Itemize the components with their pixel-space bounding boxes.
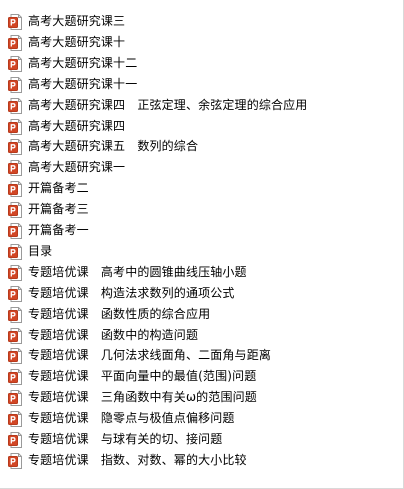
powerpoint-file-icon bbox=[8, 348, 22, 365]
file-item[interactable]: 高考大题研究课四 bbox=[0, 116, 380, 137]
file-item[interactable]: 专题培优课 函数性质的综合应用 bbox=[0, 304, 380, 325]
file-name: 专题培优课 高考中的圆锥曲线压轴小题 bbox=[28, 264, 247, 279]
powerpoint-file-icon bbox=[8, 14, 22, 30]
file-name: 高考大题研究课四 bbox=[28, 118, 126, 133]
powerpoint-file-icon bbox=[8, 306, 22, 323]
file-item[interactable]: 专题培优课 三角函数中有关ω的范围问题 bbox=[0, 387, 380, 408]
file-item[interactable]: 专题培优课 平面向量中的最值(范围)问题 bbox=[0, 366, 380, 387]
file-item[interactable]: 高考大题研究课十一 bbox=[0, 74, 380, 95]
file-item[interactable]: 专题培优课 与球有关的切、接问题 bbox=[0, 429, 380, 450]
file-name: 高考大题研究课十 bbox=[28, 34, 126, 49]
file-name: 高考大题研究课十二 bbox=[28, 55, 138, 70]
powerpoint-file-icon bbox=[8, 223, 22, 239]
file-name: 高考大题研究课四 正弦定理、余弦定理的综合应用 bbox=[28, 97, 308, 112]
file-name: 高考大题研究课五 数列的综合 bbox=[28, 139, 199, 154]
file-name: 开篇备考二 bbox=[28, 181, 89, 196]
file-list: 高考大题研究课三 高考大题研究课十 高考大题研究课十二 高考大题研究课十一 高考大题研究… bbox=[0, 0, 404, 489]
file-name: 专题培优课 与球有关的切、接问题 bbox=[28, 432, 223, 446]
file-item[interactable]: 专题培优课 隐零点与极值点偏移问题 bbox=[0, 408, 380, 429]
file-item[interactable]: 高考大题研究课十 bbox=[0, 32, 380, 53]
file-name: 专题培优课 平面向量中的最值(范围)问题 bbox=[28, 369, 257, 384]
file-name: 开篇备考一 bbox=[28, 223, 89, 237]
powerpoint-file-icon bbox=[8, 202, 22, 219]
powerpoint-file-icon bbox=[8, 243, 22, 260]
file-item[interactable]: 开篇备考三 bbox=[0, 199, 380, 220]
file-item[interactable]: 开篇备考二 bbox=[0, 178, 380, 199]
powerpoint-file-icon bbox=[8, 432, 22, 448]
powerpoint-file-icon bbox=[8, 97, 22, 114]
powerpoint-file-icon bbox=[8, 327, 22, 344]
file-item[interactable]: 高考大题研究课三 bbox=[0, 11, 380, 32]
file-item[interactable]: 专题培优课 指数、对数、幂的大小比较 bbox=[0, 450, 380, 471]
file-item[interactable]: 目录 bbox=[0, 241, 380, 262]
powerpoint-file-icon bbox=[8, 76, 22, 93]
file-item[interactable]: 专题培优课 几何法求线面角、二面角与距离 bbox=[0, 345, 380, 366]
file-name: 高考大题研究课一 bbox=[28, 160, 126, 175]
file-item[interactable]: 高考大题研究课一 bbox=[0, 157, 380, 178]
powerpoint-file-icon bbox=[8, 452, 22, 469]
file-item[interactable]: 高考大题研究课四 正弦定理、余弦定理的综合应用 bbox=[0, 95, 380, 116]
file-name: 专题培优课 指数、对数、幂的大小比较 bbox=[28, 452, 247, 467]
file-name: 专题培优课 三角函数中有关ω的范围问题 bbox=[28, 390, 257, 405]
file-item[interactable]: 高考大题研究课十二 bbox=[0, 53, 380, 74]
powerpoint-file-icon bbox=[8, 160, 22, 177]
file-name: 高考大题研究课三 bbox=[28, 14, 126, 28]
powerpoint-file-icon bbox=[8, 139, 22, 156]
file-name: 专题培优课 函数中的构造问题 bbox=[28, 327, 199, 342]
file-item[interactable]: 开篇备考一 bbox=[0, 220, 380, 241]
powerpoint-file-icon bbox=[8, 411, 22, 428]
file-name: 专题培优课 隐零点与极值点偏移问题 bbox=[28, 411, 235, 426]
file-name: 开篇备考三 bbox=[28, 202, 89, 217]
file-name: 专题培优课 函数性质的综合应用 bbox=[28, 306, 211, 321]
powerpoint-file-icon bbox=[8, 181, 22, 198]
file-name: 目录 bbox=[28, 243, 53, 258]
file-item[interactable]: 专题培优课 函数中的构造问题 bbox=[0, 325, 380, 346]
powerpoint-file-icon bbox=[8, 369, 22, 386]
powerpoint-file-icon bbox=[8, 390, 22, 407]
file-name: 高考大题研究课十一 bbox=[28, 76, 138, 91]
powerpoint-file-icon bbox=[8, 55, 22, 72]
file-item[interactable]: 专题培优课 高考中的圆锥曲线压轴小题 bbox=[0, 262, 380, 283]
file-item[interactable]: 高考大题研究课五 数列的综合 bbox=[0, 136, 380, 157]
powerpoint-file-icon bbox=[8, 34, 22, 51]
powerpoint-file-icon bbox=[8, 118, 22, 135]
file-item[interactable]: 专题培优课 构造法求数列的通项公式 bbox=[0, 283, 380, 304]
file-name: 专题培优课 几何法求线面角、二面角与距离 bbox=[28, 348, 272, 363]
powerpoint-file-icon bbox=[8, 264, 22, 281]
file-name: 专题培优课 构造法求数列的通项公式 bbox=[28, 285, 235, 300]
powerpoint-file-icon bbox=[8, 285, 22, 302]
